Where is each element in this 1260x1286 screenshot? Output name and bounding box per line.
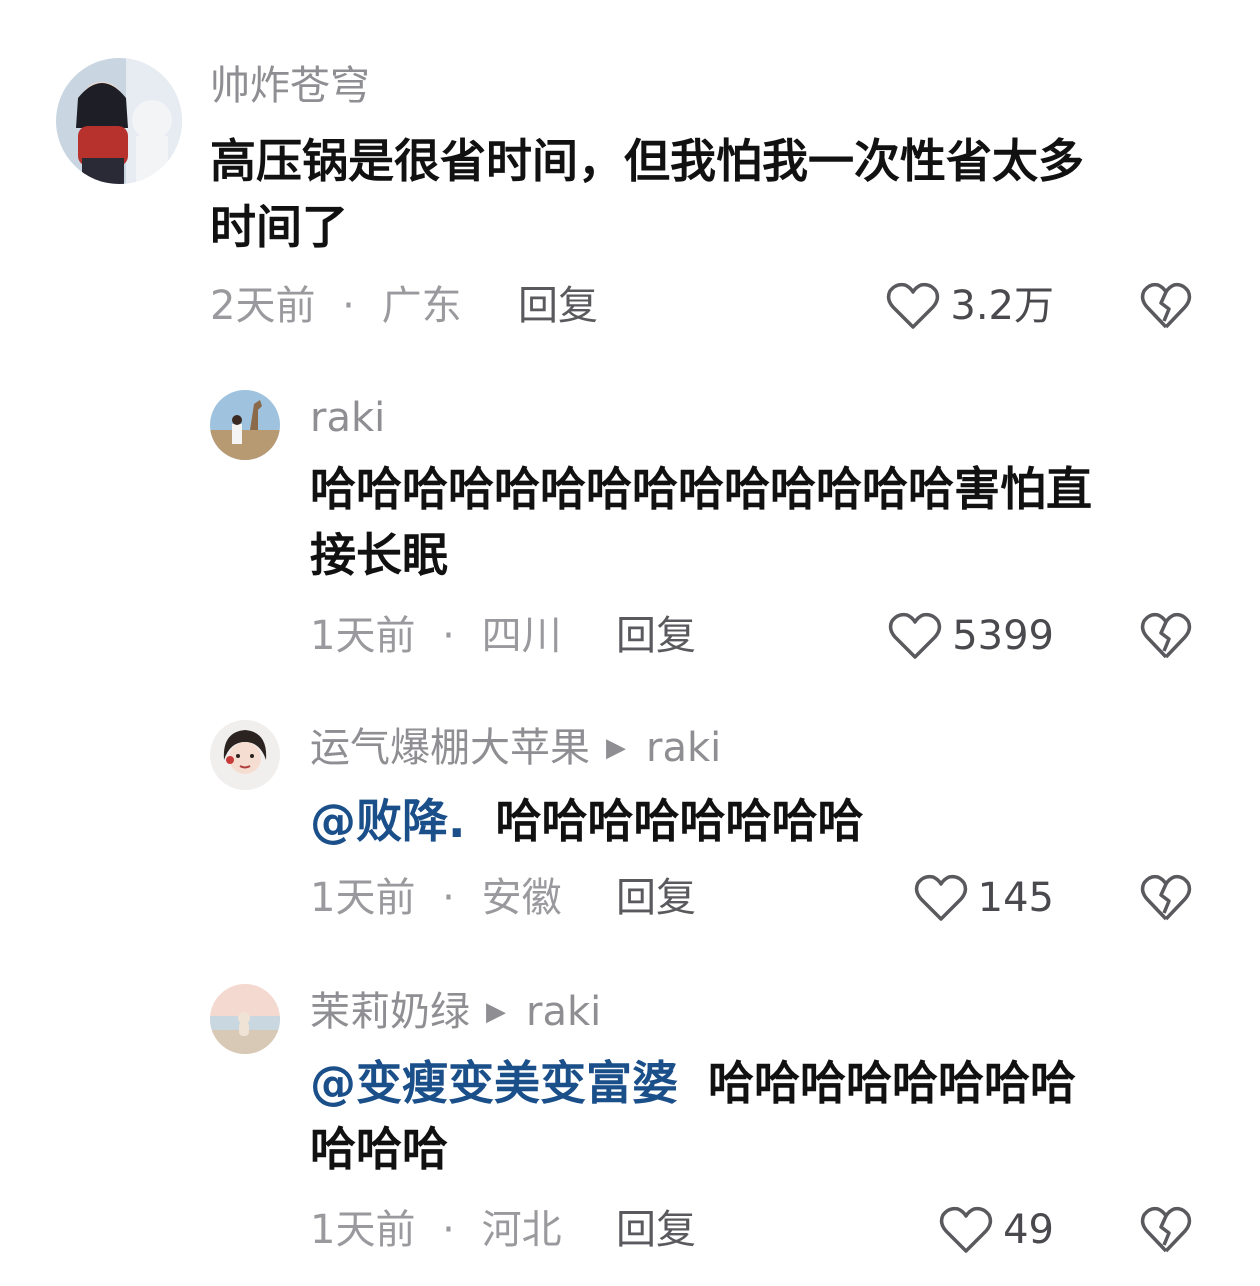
avatar-image — [210, 720, 280, 790]
comment-text-line: 哈哈哈哈哈哈哈哈哈哈哈哈哈哈害怕直 — [310, 462, 1092, 516]
heart-outline-icon — [939, 1206, 993, 1253]
reply-button[interactable]: 回复 — [518, 280, 598, 332]
triangle-right-icon: ▶ — [486, 997, 506, 1027]
mention-link[interactable]: @变瘦变美变富婆 — [310, 1056, 678, 1110]
broken-heart-icon — [1140, 282, 1192, 329]
comment-text-line: @败降. 哈哈哈哈哈哈哈哈 — [310, 788, 1210, 854]
like-button[interactable]: 5399 — [888, 610, 1054, 662]
avatar[interactable] — [56, 58, 182, 184]
comment-text-line: 哈哈哈 — [310, 1122, 448, 1176]
username-text: 运气爆棚大苹果 — [310, 725, 590, 771]
comment-text-line: 时间了 — [210, 200, 348, 254]
like-button[interactable]: 3.2万 — [886, 280, 1054, 332]
avatar-image — [210, 984, 280, 1054]
heart-outline-icon — [914, 874, 967, 921]
comment-text: @败降. 哈哈哈哈哈哈哈哈 — [310, 788, 1210, 854]
dislike-button[interactable] — [1140, 611, 1192, 661]
broken-heart-icon — [1140, 612, 1192, 659]
meta-separator: · — [442, 1207, 455, 1253]
location: 河北 — [481, 1207, 562, 1253]
comment-text: @变瘦变美变富婆 哈哈哈哈哈哈哈哈 哈哈哈 — [310, 1050, 1210, 1182]
username[interactable]: raki — [310, 392, 385, 444]
like-count: 145 — [977, 875, 1054, 921]
comment-text-body: 哈哈哈哈哈哈哈哈 — [708, 1056, 1077, 1110]
reply-to-username[interactable]: raki — [646, 722, 721, 774]
mention-link[interactable]: @败降. — [310, 794, 465, 848]
comment-text-body: 哈哈哈哈哈哈哈哈 — [495, 794, 864, 848]
username[interactable]: 运气爆棚大苹果 ▶ raki — [310, 722, 721, 774]
avatar[interactable] — [210, 984, 280, 1054]
comment-text-line: 接长眠 — [310, 528, 448, 582]
comment-text: 高压锅是很省时间，但我怕我一次性省太多 时间了 — [210, 128, 1210, 260]
heart-outline-icon — [889, 612, 942, 659]
dislike-button[interactable] — [1140, 1205, 1192, 1255]
comment-text-line: @变瘦变美变富婆 哈哈哈哈哈哈哈哈 — [310, 1050, 1210, 1116]
like-button[interactable]: 49 — [939, 1204, 1054, 1256]
reply-to-username[interactable]: raki — [526, 986, 601, 1038]
reply-button[interactable]: 回复 — [616, 610, 696, 662]
username[interactable]: 帅炸苍穹 — [210, 60, 370, 112]
location: 安徽 — [481, 875, 562, 921]
username-text: 帅炸苍穹 — [210, 63, 370, 109]
broken-heart-icon — [1140, 1206, 1192, 1253]
dislike-button[interactable] — [1140, 281, 1192, 331]
triangle-right-icon: ▶ — [606, 733, 626, 763]
like-count: 3.2万 — [950, 283, 1054, 329]
meta-separator: · — [342, 283, 355, 329]
meta-separator: · — [442, 613, 455, 659]
broken-heart-icon — [1140, 874, 1192, 921]
timestamp: 1天前 — [310, 613, 416, 659]
avatar[interactable] — [210, 720, 280, 790]
timestamp: 1天前 — [310, 1207, 416, 1253]
like-button[interactable]: 145 — [914, 872, 1054, 924]
dislike-button[interactable] — [1140, 873, 1192, 923]
reply-button[interactable]: 回复 — [616, 872, 696, 924]
timestamp: 1天前 — [310, 875, 416, 921]
comment-text: 哈哈哈哈哈哈哈哈哈哈哈哈哈哈害怕直 接长眠 — [310, 456, 1210, 588]
comment-meta: 1天前 · 河北 — [310, 1204, 562, 1256]
heart-outline-icon — [887, 282, 940, 329]
username-text: 茉莉奶绿 — [310, 989, 470, 1035]
username[interactable]: 茉莉奶绿 ▶ raki — [310, 986, 601, 1038]
avatar-image — [56, 58, 182, 184]
username-text: raki — [310, 395, 386, 441]
avatar[interactable] — [210, 390, 280, 460]
location: 四川 — [481, 613, 562, 659]
meta-separator: · — [442, 875, 455, 921]
reply-button[interactable]: 回复 — [616, 1204, 696, 1256]
timestamp: 2天前 — [210, 283, 316, 329]
like-count: 5399 — [952, 613, 1054, 659]
comment-meta: 1天前 · 四川 — [310, 610, 562, 662]
comment-meta: 2天前 · 广东 — [210, 280, 462, 332]
location: 广东 — [381, 283, 462, 329]
comment-meta: 1天前 · 安徽 — [310, 872, 562, 924]
comment-text-line: 高压锅是很省时间，但我怕我一次性省太多 — [210, 134, 1084, 188]
like-count: 49 — [1003, 1207, 1054, 1253]
avatar-image — [210, 390, 280, 460]
